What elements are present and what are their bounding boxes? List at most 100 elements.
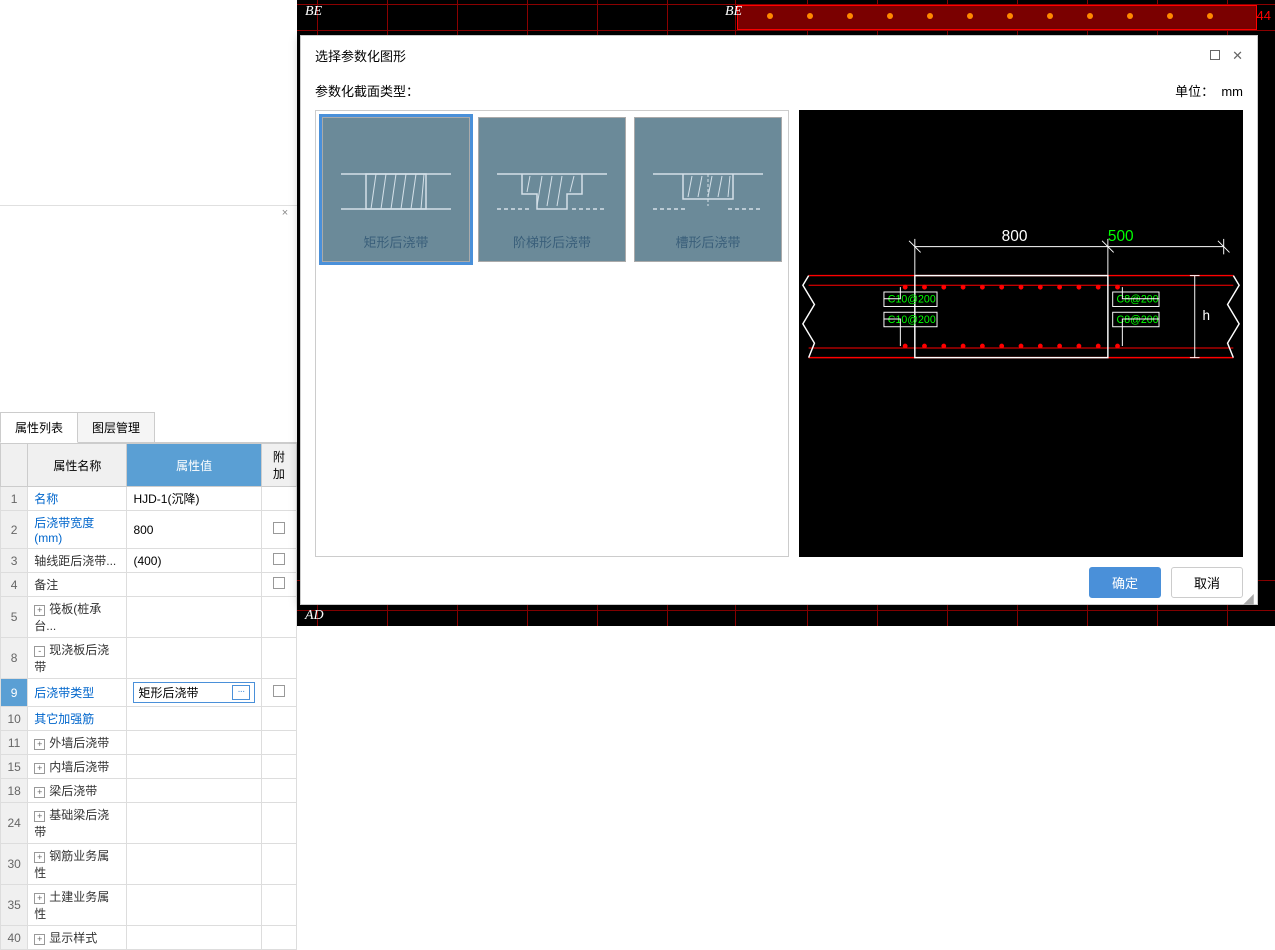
more-button[interactable]: ··· [232,685,250,700]
prop-value-cell[interactable]: 800 [127,511,261,549]
col-add[interactable]: 附加 [261,444,296,487]
shape-card-rect[interactable]: 矩形后浇带 [322,117,470,262]
prop-value-cell[interactable] [127,731,261,755]
prop-value-cell[interactable] [127,926,261,950]
checkbox[interactable] [273,577,285,589]
row-number: 30 [1,844,28,885]
dialog-titlebar[interactable]: 选择参数化图形 ✕ [301,36,1257,75]
prop-name-cell[interactable]: 后浇带宽度(mm) [28,511,127,549]
table-row[interactable]: 10其它加强筋 [1,707,297,731]
prop-add-cell[interactable] [261,707,296,731]
prop-add-cell[interactable] [261,549,296,573]
resize-grip-icon[interactable]: ◢ [1243,590,1255,602]
tab-properties[interactable]: 属性列表 [0,412,78,443]
shape-preview[interactable]: 800 500 [799,110,1243,557]
prop-value-cell[interactable] [127,803,261,844]
prop-value-cell[interactable]: 矩形后浇带··· [127,679,261,707]
panel-close-icon[interactable]: × [277,206,293,222]
row-number: 24 [1,803,28,844]
table-row[interactable]: 30+钢筋业务属性 [1,844,297,885]
tree-toggle-icon[interactable]: + [34,605,45,616]
prop-add-cell[interactable] [261,926,296,950]
table-row[interactable]: 4备注 [1,573,297,597]
prop-name-cell[interactable]: -现浇板后浇带 [28,638,127,679]
table-row[interactable]: 3轴线距后浇带...(400) [1,549,297,573]
prop-name-cell[interactable]: 后浇带类型 [28,679,127,707]
tree-toggle-icon[interactable]: + [34,763,45,774]
checkbox[interactable] [273,553,285,565]
prop-add-cell[interactable] [261,597,296,638]
cancel-button[interactable]: 取消 [1171,567,1243,598]
prop-name-cell[interactable]: +钢筋业务属性 [28,844,127,885]
checkbox[interactable] [273,522,285,534]
table-row[interactable]: 1名称HJD-1(沉降) [1,487,297,511]
prop-add-cell[interactable] [261,573,296,597]
checkbox[interactable] [273,685,285,697]
prop-name-cell[interactable]: +梁后浇带 [28,779,127,803]
cad-label-be2: BE [725,4,742,20]
prop-name-cell[interactable]: +基础梁后浇带 [28,803,127,844]
prop-value-cell[interactable] [127,573,261,597]
prop-name-cell[interactable]: +土建业务属性 [28,885,127,926]
prop-value-cell[interactable]: (400) [127,549,261,573]
value-editor[interactable]: 矩形后浇带··· [133,682,254,703]
prop-name-cell[interactable]: +内墙后浇带 [28,755,127,779]
tree-toggle-icon[interactable]: + [34,893,45,904]
tab-layers[interactable]: 图层管理 [77,412,155,442]
shape-card-groove[interactable]: 槽形后浇带 [634,117,782,262]
prop-add-cell[interactable] [261,885,296,926]
col-value[interactable]: 属性值 [127,444,261,487]
ok-button[interactable]: 确定 [1089,567,1161,598]
prop-value-cell[interactable] [127,597,261,638]
prop-add-cell[interactable] [261,511,296,549]
prop-add-cell[interactable] [261,803,296,844]
prop-value-cell[interactable] [127,885,261,926]
prop-value-cell[interactable] [127,707,261,731]
table-row[interactable]: 11+外墙后浇带 [1,731,297,755]
prop-add-cell[interactable] [261,487,296,511]
tree-toggle-icon[interactable]: + [34,787,45,798]
shape-card-step[interactable]: 阶梯形后浇带 [478,117,626,262]
prop-name-cell[interactable]: +显示样式 [28,926,127,950]
prop-add-cell[interactable] [261,779,296,803]
tree-toggle-icon[interactable]: - [34,646,45,657]
prop-value-cell[interactable] [127,844,261,885]
tree-toggle-icon[interactable]: + [34,934,45,945]
tree-toggle-icon[interactable]: + [34,852,45,863]
row-number: 18 [1,779,28,803]
table-row[interactable]: 24+基础梁后浇带 [1,803,297,844]
svg-text:C10@200: C10@200 [888,294,936,306]
prop-name-cell[interactable]: +筏板(桩承台... [28,597,127,638]
prop-name-cell[interactable]: 轴线距后浇带... [28,549,127,573]
svg-text:500: 500 [1108,228,1134,245]
table-row[interactable]: 9后浇带类型矩形后浇带··· [1,679,297,707]
prop-name-cell[interactable]: 其它加强筋 [28,707,127,731]
table-row[interactable]: 8-现浇板后浇带 [1,638,297,679]
tree-toggle-icon[interactable]: + [34,739,45,750]
prop-value-cell[interactable] [127,755,261,779]
maximize-button[interactable] [1210,48,1220,64]
prop-value-cell[interactable]: HJD-1(沉降) [127,487,261,511]
prop-add-cell[interactable] [261,638,296,679]
prop-add-cell[interactable] [261,844,296,885]
prop-name-cell[interactable]: +外墙后浇带 [28,731,127,755]
table-row[interactable]: 40+显示样式 [1,926,297,950]
tree-toggle-icon[interactable]: + [34,811,45,822]
close-button[interactable]: ✕ [1232,48,1243,64]
prop-add-cell[interactable] [261,755,296,779]
prop-add-cell[interactable] [261,679,296,707]
svg-text:h: h [1202,308,1210,323]
table-row[interactable]: 15+内墙后浇带 [1,755,297,779]
table-row[interactable]: 2后浇带宽度(mm)800 [1,511,297,549]
prop-name-cell[interactable]: 名称 [28,487,127,511]
prop-value-cell[interactable] [127,779,261,803]
row-number: 1 [1,487,28,511]
col-name[interactable]: 属性名称 [28,444,127,487]
row-number: 8 [1,638,28,679]
prop-value-cell[interactable] [127,638,261,679]
table-row[interactable]: 35+土建业务属性 [1,885,297,926]
prop-add-cell[interactable] [261,731,296,755]
table-row[interactable]: 18+梁后浇带 [1,779,297,803]
table-row[interactable]: 5+筏板(桩承台... [1,597,297,638]
prop-name-cell[interactable]: 备注 [28,573,127,597]
